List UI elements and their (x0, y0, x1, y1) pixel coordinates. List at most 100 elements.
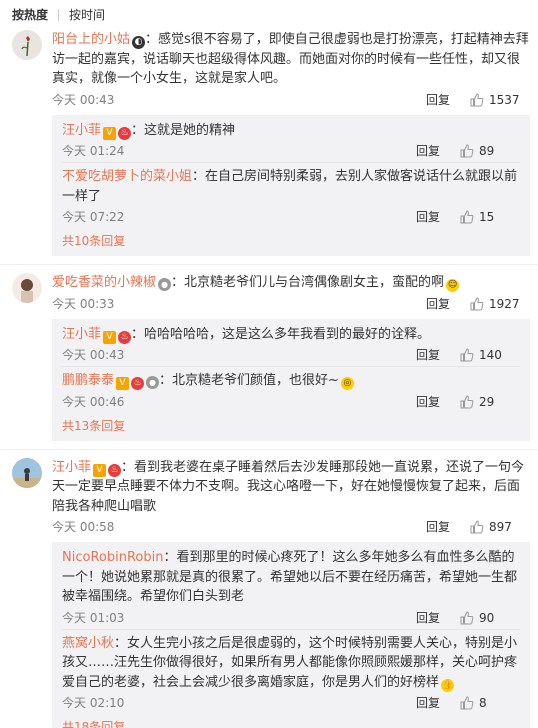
reply-item: 鹏鹏泰泰 V ♨ ● ：北京糙老爷们颜值，也很好~ ◎ 今天 00:46 回复 29 (62, 367, 520, 413)
thumbs-up-icon (470, 296, 484, 310)
panda-badge-icon: ● (146, 376, 160, 389)
username[interactable]: 鹏鹏泰泰 (62, 373, 114, 388)
reply-item: 不爱吃胡萝卜的菜小姐：在自己房间特别柔弱，去别人家做客说话什么就跟以前一样了 今… (62, 163, 520, 228)
comment-meta: 今天 00:33 回复 1927 (52, 293, 530, 315)
vip-badge-icon: V (103, 330, 117, 344)
reply-button[interactable]: 回复 (416, 346, 440, 364)
like-count: 1537 (489, 92, 520, 107)
comment-time: 今天 00:33 (52, 296, 115, 311)
username[interactable]: NicoRobinRobin (62, 550, 163, 565)
reply-button[interactable]: 回复 (416, 609, 440, 627)
replies-box: 汪小菲 V ♨ ：这就是她的精神 今天 01:24 回复 89 不爱吃胡萝卜的菜小姐：… (52, 114, 530, 256)
comment-body: 爱吃香菜的小辣椒 ● ：北京糙老爷们儿与台湾偶像剧女主，蛮配的啊 ☺ (52, 273, 530, 293)
more-replies-link[interactable]: 共18条回复 (62, 714, 520, 728)
like-button[interactable]: 8 (460, 694, 520, 712)
reply-button[interactable]: 回复 (426, 518, 450, 536)
reply-time: 今天 00:46 (62, 394, 125, 409)
comment-text: ：看到我老婆在桌子睡着然后去沙发睡那段她一直说累，还说了一句今天一定要早点睡要不… (52, 459, 525, 514)
verified-icon: ◐ (132, 36, 146, 49)
comment-meta: 今天 00:43 回复 1537 (52, 89, 530, 111)
thumbs-up-icon (470, 520, 484, 534)
thumbs-up-icon (460, 610, 474, 624)
username[interactable]: 阳台上的小姑 (52, 32, 130, 47)
reply-button[interactable]: 回复 (416, 208, 440, 226)
like-button[interactable]: 897 (470, 518, 530, 536)
reply-button[interactable]: 回复 (426, 295, 450, 313)
reply-time: 今天 02:10 (62, 696, 125, 710)
username[interactable]: 燕窝小秋 (62, 636, 114, 651)
reply-item: 汪小菲 V ♨ ：这就是她的精神 今天 01:24 回复 89 (62, 117, 520, 163)
reply-button[interactable]: 回复 (416, 393, 440, 411)
username[interactable]: 汪小菲 (62, 123, 101, 138)
reply-button[interactable]: 回复 (426, 91, 450, 109)
comment-item: 汪小菲 V ♨ ：看到我老婆在桌子睡着然后去沙发睡那段她一直说累，还说了一句今天一定要… (0, 448, 538, 728)
thumbs-up-icon (460, 144, 474, 158)
reply-item: NicoRobinRobin：看到那里的时候心疼死了！这么多年她多么有血性多么酷… (62, 544, 520, 630)
like-count: 897 (489, 520, 512, 534)
panda-badge-icon: ● (158, 278, 172, 291)
avatar[interactable] (12, 273, 42, 303)
fire-badge-icon: ♨ (131, 377, 145, 390)
glasses-emoji-icon: ◎ (340, 377, 354, 390)
thumbs-up-icon (460, 696, 474, 710)
like-count: 89 (479, 144, 495, 158)
comment-time: 今天 00:58 (52, 520, 115, 534)
more-replies-link[interactable]: 共13条回复 (62, 413, 520, 437)
thumbs-up-icon (460, 348, 474, 362)
reply-item: 燕窝小秋：女人生完小孩之后是很虚弱的，这个时候特别需要人关心，特别是小孩又……汪… (62, 630, 520, 715)
username[interactable]: 不爱吃胡萝卜的菜小姐 (62, 169, 192, 184)
thumbs-up-icon (460, 394, 474, 408)
replies-box: NicoRobinRobin：看到那里的时候心疼死了！这么多年她多么有血性多么酷… (52, 542, 530, 728)
more-replies-link[interactable]: 共10条回复 (62, 228, 520, 252)
reply-button[interactable]: 回复 (416, 694, 440, 712)
fire-badge-icon: ♨ (108, 463, 122, 477)
reply-text: ：北京糙老爷们颜值，也很好~ (159, 373, 339, 388)
avatar[interactable] (12, 30, 42, 60)
replies-box: 汪小菲 V ♨ ：哈哈哈哈哈，这是这么多年我看到的最好的诠释。 今天 00:43 回复… (52, 318, 530, 441)
tab-hot[interactable]: 按热度 (12, 6, 48, 24)
thumbs-up-icon (470, 92, 484, 106)
fire-badge-icon: ♨ (118, 330, 132, 344)
like-button[interactable]: 15 (460, 208, 520, 226)
comment-text: ：北京糙老爷们儿与台湾偶像剧女主，蛮配的啊 (171, 275, 445, 290)
like-button[interactable]: 90 (460, 609, 520, 627)
like-button[interactable]: 29 (460, 393, 520, 411)
tab-divider (58, 9, 60, 21)
like-count: 15 (479, 210, 495, 224)
comment-meta: 今天 00:58 回复 897 (52, 516, 530, 538)
vip-badge-icon: V (103, 126, 117, 140)
tab-time[interactable]: 按时间 (69, 6, 105, 24)
reply-time: 今天 01:24 (62, 144, 125, 158)
comment-body: 汪小菲 V ♨ ：看到我老婆在桌子睡着然后去沙发睡那段她一直说累，还说了一句今天一定要… (52, 458, 530, 517)
like-count: 1927 (489, 296, 520, 311)
avatar[interactable] (12, 457, 42, 488)
reply-time: 今天 01:03 (62, 610, 125, 625)
comment-item: 阳台上的小姑 ◐ ：感觉s很不容易了，即使自己很虚弱也是打扮漂亮，打起精神去拜访一起… (0, 30, 538, 264)
comment-body: 阳台上的小姑 ◐ ：感觉s很不容易了，即使自己很虚弱也是打扮漂亮，打起精神去拜访一起… (52, 30, 530, 89)
thumbs-up-icon (460, 210, 474, 224)
reply-text: ：这就是她的精神 (131, 122, 236, 138)
fire-badge-icon: ♨ (118, 126, 132, 140)
vip-badge-icon: V (116, 377, 130, 390)
like-count: 90 (479, 610, 495, 625)
comment-time: 今天 00:43 (52, 92, 115, 107)
thumbs-emoji-icon: 👍 (441, 678, 455, 692)
vip-badge-icon: V (93, 463, 107, 477)
reply-button[interactable]: 回复 (416, 142, 440, 160)
username[interactable]: 汪小菲 (62, 327, 101, 342)
comment-item: 爱吃香菜的小辣椒 ● ：北京糙老爷们儿与台湾偶像剧女主，蛮配的啊 ☺ 今天 00:33… (0, 264, 538, 449)
sort-bar: 按热度 按时间 (0, 0, 538, 30)
like-button[interactable]: 89 (460, 142, 520, 160)
reply-time: 今天 00:43 (62, 348, 125, 362)
like-count: 29 (479, 394, 495, 409)
reply-text: ：哈哈哈哈哈，这是这么多年我看到的最好的诠释。 (131, 326, 431, 342)
laugh-emoji-icon: ☺ (446, 279, 460, 292)
like-count: 140 (479, 348, 502, 362)
reply-time: 今天 07:22 (62, 210, 125, 224)
like-count: 8 (479, 696, 487, 710)
username[interactable]: 爱吃香菜的小辣椒 (52, 275, 156, 290)
like-button[interactable]: 140 (460, 346, 520, 364)
like-button[interactable]: 1537 (470, 91, 530, 109)
username[interactable]: 汪小菲 (52, 460, 91, 475)
like-button[interactable]: 1927 (470, 295, 530, 313)
